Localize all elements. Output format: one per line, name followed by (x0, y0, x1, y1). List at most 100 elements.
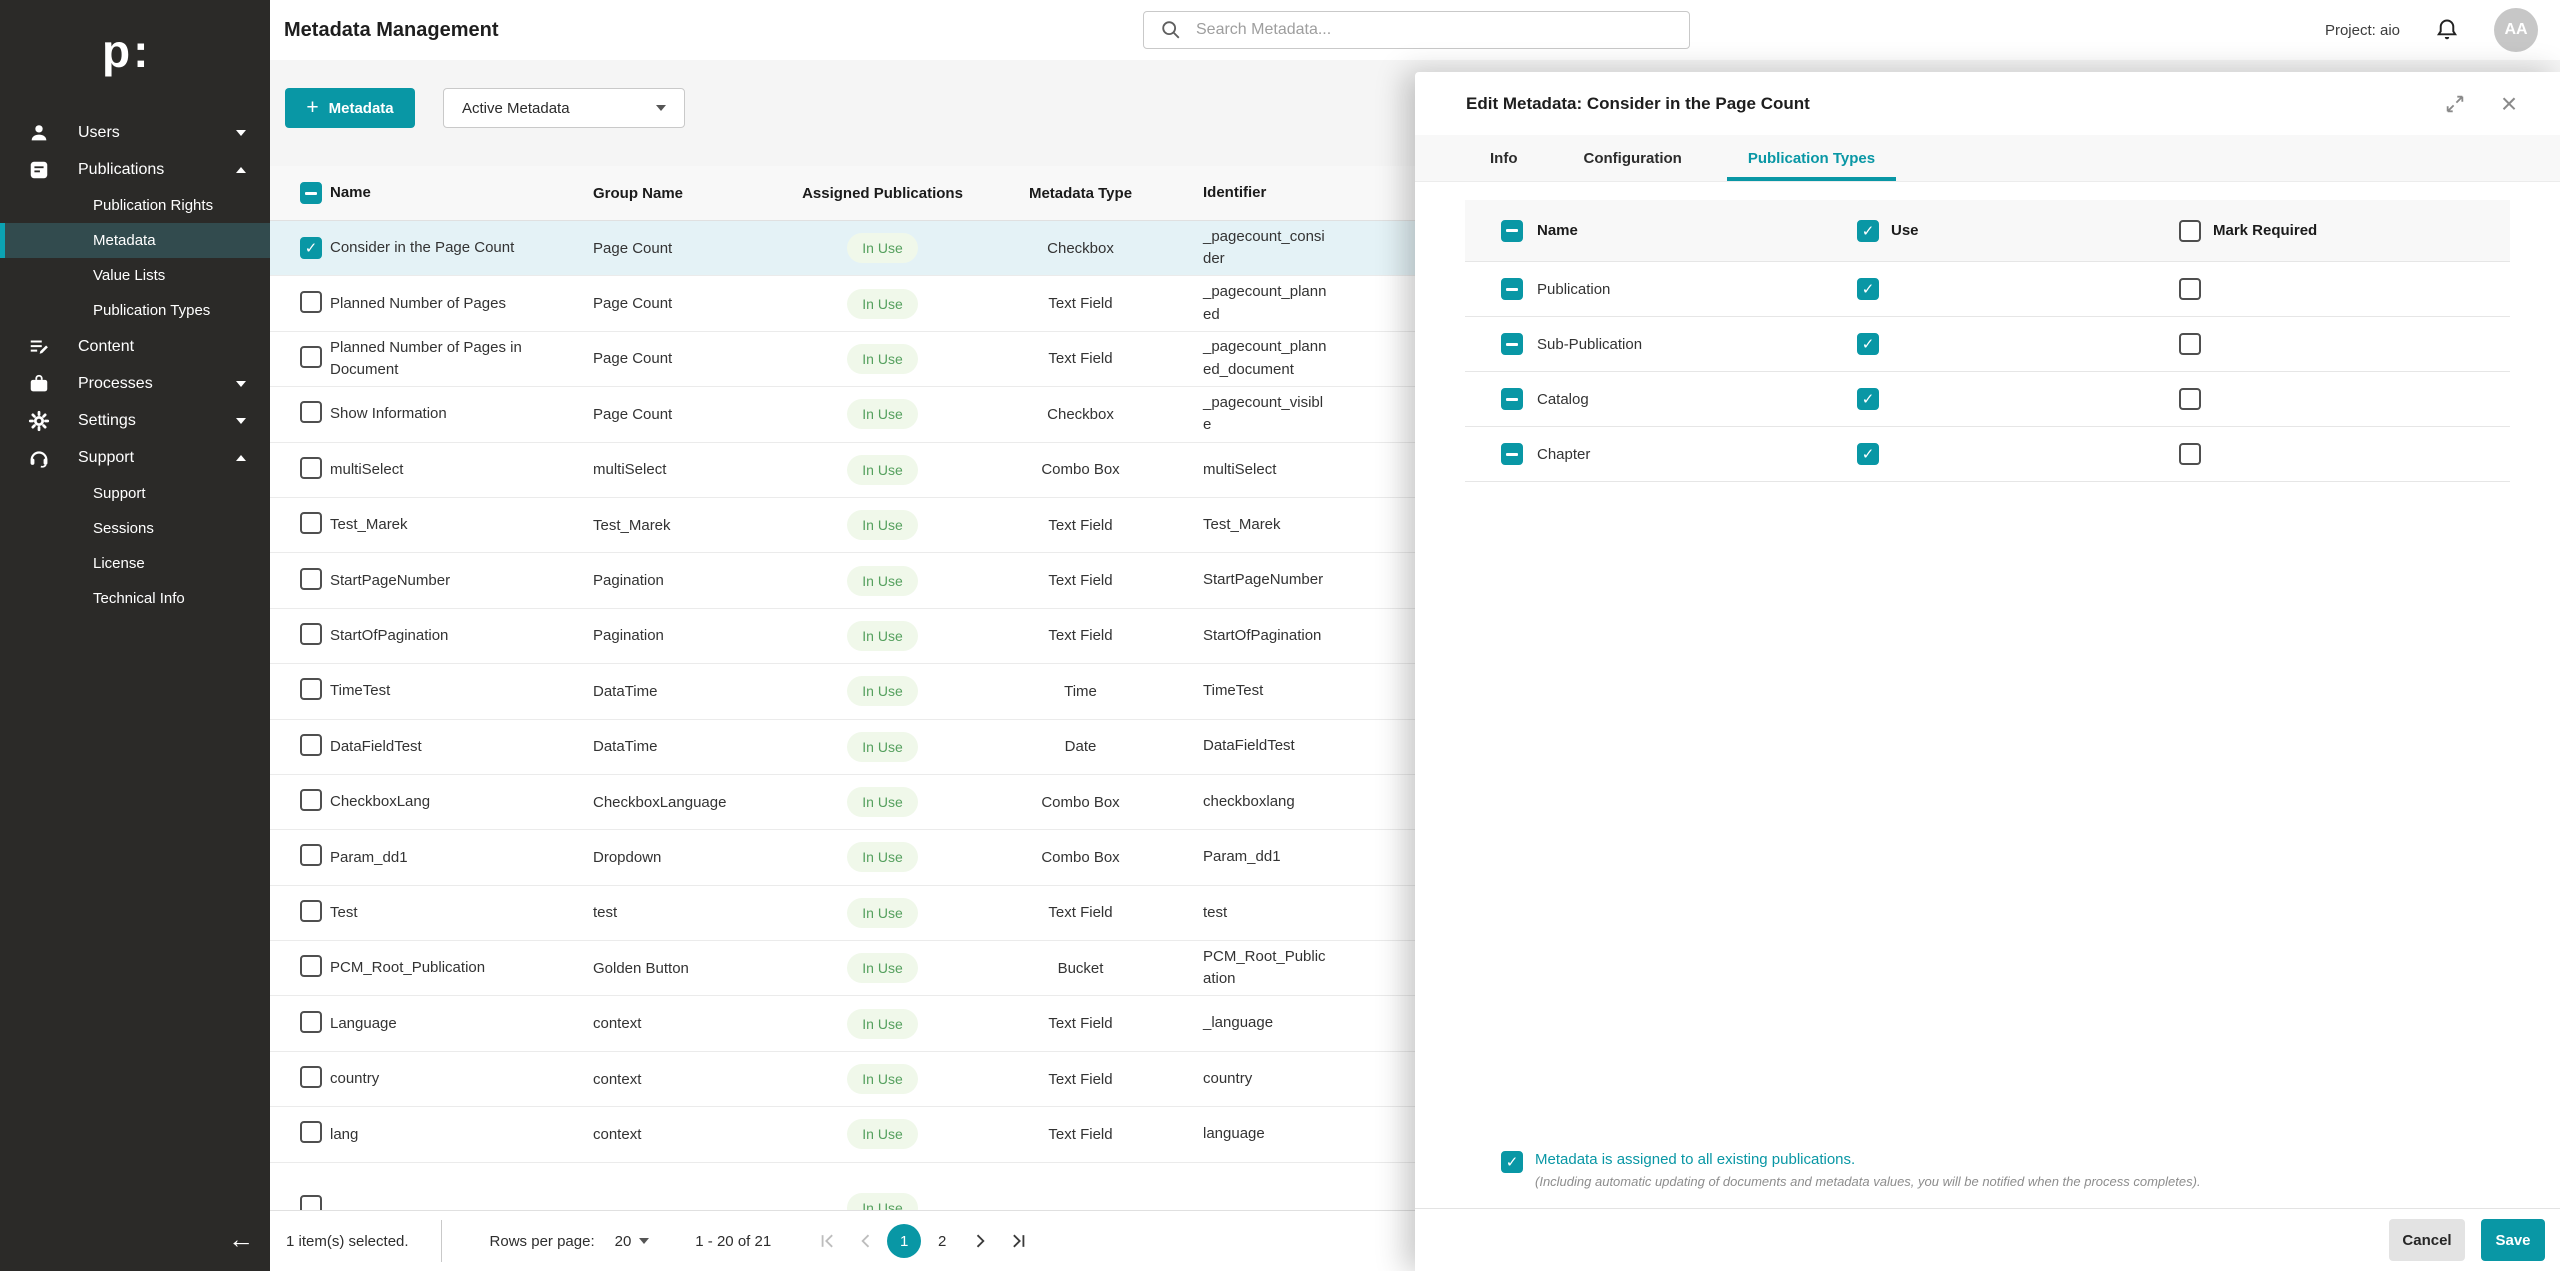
use-checkbox[interactable] (1857, 278, 1879, 300)
row-checkbox[interactable] (300, 1121, 322, 1143)
avatar[interactable]: AA (2494, 8, 2538, 52)
use-checkbox[interactable] (1857, 443, 1879, 465)
row-checkbox[interactable] (300, 955, 322, 977)
cell-assigned-publications: In Use (790, 566, 975, 596)
cell-name: multiSelect (330, 459, 570, 481)
table-row[interactable]: StartPageNumberPaginationIn UseText Fiel… (270, 553, 1432, 608)
column-header-assigned-publications: Assigned Publications (790, 185, 975, 202)
add-metadata-button[interactable]: + Metadata (285, 88, 415, 128)
table-row[interactable]: Planned Number of PagesPage CountIn UseT… (270, 276, 1432, 331)
page-2-button[interactable]: 2 (925, 1224, 959, 1258)
row-checkbox[interactable] (300, 237, 322, 259)
table-row[interactable]: DataFieldTestDataTimeIn UseDateDataField… (270, 720, 1432, 775)
cell-assigned-publications: In Use (790, 953, 975, 983)
row-checkbox[interactable] (300, 291, 322, 313)
table-row[interactable]: Param_dd1DropdownIn UseCombo BoxParam_dd… (270, 830, 1432, 885)
bell-icon[interactable] (2434, 17, 2460, 43)
sidebar-item-support[interactable]: Support (0, 439, 270, 476)
select-all-checkbox[interactable] (300, 182, 322, 204)
row-checkbox[interactable] (300, 900, 322, 922)
table-row[interactable]: TesttestIn UseText Fieldtest (270, 886, 1432, 941)
sidebar-item-publication-rights[interactable]: Publication Rights (0, 188, 270, 223)
mark-required-checkbox[interactable] (2179, 443, 2201, 465)
sidebar-item-publication-types[interactable]: Publication Types (0, 293, 270, 328)
table-row[interactable]: countrycontextIn UseText Fieldcountry (270, 1052, 1432, 1107)
row-checkbox[interactable] (1501, 388, 1523, 410)
drawer-table-row[interactable]: Publication (1465, 262, 2510, 317)
drawer-table-row[interactable]: Catalog (1465, 372, 2510, 427)
row-checkbox[interactable] (1501, 443, 1523, 465)
status-badge: In Use (847, 898, 917, 928)
row-checkbox[interactable] (300, 568, 322, 590)
search-input[interactable] (1196, 21, 1656, 39)
mark-required-checkbox[interactable] (2179, 388, 2201, 410)
row-checkbox[interactable] (300, 678, 322, 700)
row-checkbox[interactable] (1501, 333, 1523, 355)
sidebar-item-processes[interactable]: Processes (0, 365, 270, 402)
page-1-button[interactable]: 1 (887, 1224, 921, 1258)
table-row[interactable]: TimeTestDataTimeIn UseTimeTimeTest (270, 664, 1432, 719)
row-checkbox[interactable] (300, 1011, 322, 1033)
drawer-table-row[interactable]: Sub-Publication (1465, 317, 2510, 372)
tab-info[interactable]: Info (1469, 135, 1539, 181)
mark-required-all-checkbox[interactable] (2179, 220, 2201, 242)
expand-icon[interactable] (2442, 91, 2468, 117)
table-row[interactable]: CheckboxLangCheckboxLanguageIn UseCombo … (270, 775, 1432, 830)
row-checkbox[interactable] (300, 401, 322, 423)
last-page-button[interactable] (1001, 1224, 1035, 1258)
table-row[interactable]: Consider in the Page CountPage CountIn U… (270, 221, 1432, 276)
row-checkbox[interactable] (300, 457, 322, 479)
use-all-checkbox[interactable] (1857, 220, 1879, 242)
row-checkbox[interactable] (300, 844, 322, 866)
search-box[interactable] (1143, 11, 1690, 49)
row-checkbox[interactable] (300, 734, 322, 756)
use-checkbox[interactable] (1857, 388, 1879, 410)
cancel-button[interactable]: Cancel (2389, 1219, 2465, 1261)
rows-per-page-select[interactable]: 20 (615, 1233, 650, 1250)
tab-configuration[interactable]: Configuration (1563, 135, 1703, 181)
sidebar-item-license[interactable]: License (0, 546, 270, 581)
assign-publications-checkbox[interactable] (1501, 1151, 1523, 1173)
previous-page-button[interactable] (849, 1224, 883, 1258)
table-row[interactable]: Test_MarekTest_MarekIn UseText FieldTest… (270, 498, 1432, 553)
row-checkbox[interactable] (300, 623, 322, 645)
close-icon[interactable]: × (2496, 91, 2522, 117)
column-header-metadata-type: Metadata Type (975, 185, 1186, 202)
save-button[interactable]: Save (2481, 1219, 2545, 1261)
row-checkbox[interactable] (300, 512, 322, 534)
sidebar-item-content[interactable]: Content (0, 328, 270, 365)
cell-identifier: DataFieldTest (1203, 735, 1329, 758)
sidebar-item-settings[interactable]: Settings (0, 402, 270, 439)
sidebar-item-technical-info[interactable]: Technical Info (0, 581, 270, 616)
sidebar-item-support-sub[interactable]: Support (0, 476, 270, 511)
use-checkbox[interactable] (1857, 333, 1879, 355)
tab-publication-types[interactable]: Publication Types (1727, 135, 1896, 181)
table-row[interactable]: PCM_Root_PublicationGolden ButtonIn UseB… (270, 941, 1432, 996)
sidebar-item-users[interactable]: Users (0, 114, 270, 151)
table-row[interactable]: LanguagecontextIn UseText Field_language (270, 996, 1432, 1051)
row-checkbox[interactable] (300, 1066, 322, 1088)
table-row[interactable]: Show InformationPage CountIn UseCheckbox… (270, 387, 1432, 442)
table-row[interactable]: Planned Number of Pages in DocumentPage … (270, 332, 1432, 387)
sidebar-item-sessions[interactable]: Sessions (0, 511, 270, 546)
table-row[interactable]: langcontextIn UseText Fieldlanguage (270, 1107, 1432, 1162)
metadata-filter-dropdown[interactable]: Active Metadata (443, 88, 685, 128)
sidebar-collapse-button[interactable]: ← (228, 1224, 254, 1255)
drawer-select-all-checkbox[interactable] (1501, 220, 1523, 242)
sidebar-item-publications[interactable]: Publications (0, 151, 270, 188)
sidebar-item-metadata[interactable]: Metadata (0, 223, 270, 258)
row-checkbox[interactable] (300, 346, 322, 368)
table-row[interactable]: In Use (270, 1163, 1432, 1210)
table-row[interactable]: multiSelectmultiSelectIn UseCombo Boxmul… (270, 443, 1432, 498)
first-page-button[interactable] (811, 1224, 845, 1258)
mark-required-checkbox[interactable] (2179, 278, 2201, 300)
table-row[interactable]: StartOfPaginationPaginationIn UseText Fi… (270, 609, 1432, 664)
sidebar-item-value-lists[interactable]: Value Lists (0, 258, 270, 293)
mark-required-checkbox[interactable] (2179, 333, 2201, 355)
drawer-column-name: Name (1537, 222, 1857, 239)
row-checkbox[interactable] (1501, 278, 1523, 300)
drawer-table-row[interactable]: Chapter (1465, 427, 2510, 482)
row-checkbox[interactable] (300, 1195, 322, 1210)
row-checkbox[interactable] (300, 789, 322, 811)
next-page-button[interactable] (963, 1224, 997, 1258)
